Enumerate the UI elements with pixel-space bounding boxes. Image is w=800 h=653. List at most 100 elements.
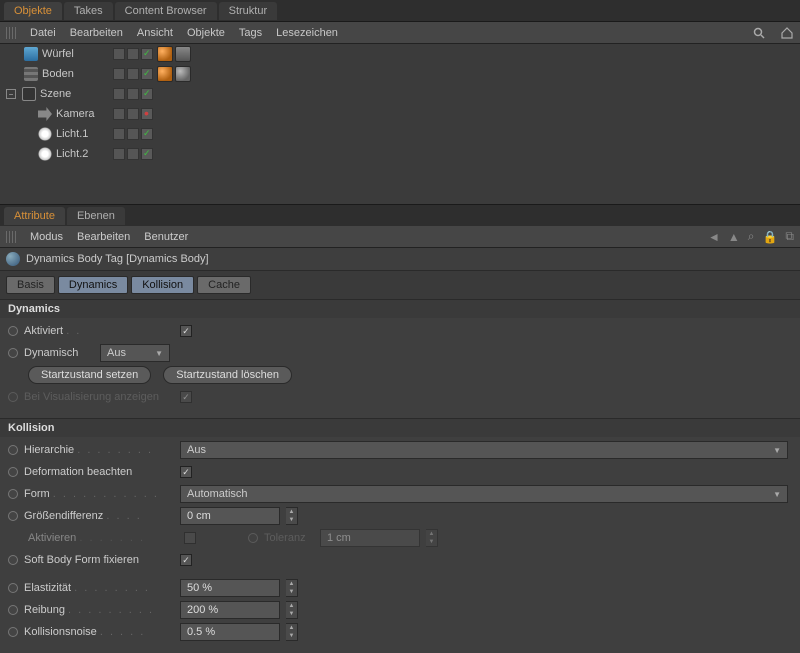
tab-content-browser[interactable]: Content Browser: [115, 2, 217, 20]
menu-lesezeichen[interactable]: Lesezeichen: [276, 27, 338, 39]
dropdown-hierarchie[interactable]: Aus▼: [180, 441, 788, 459]
param-knob[interactable]: [8, 445, 18, 455]
render-flag[interactable]: [127, 68, 139, 80]
lock-icon[interactable]: 🔒: [762, 230, 777, 244]
light-icon: [38, 127, 52, 141]
param-knob[interactable]: [8, 467, 18, 477]
label-elastizitaet: Elastizität: [24, 582, 71, 594]
menu-tags[interactable]: Tags: [239, 27, 262, 39]
layer-flag[interactable]: [113, 108, 125, 120]
tab-struktur[interactable]: Struktur: [219, 2, 278, 20]
tab-attribute[interactable]: Attribute: [4, 207, 65, 225]
param-knob[interactable]: [8, 605, 18, 615]
layer-flag[interactable]: [113, 148, 125, 160]
tab-takes[interactable]: Takes: [64, 2, 113, 20]
obj-label[interactable]: Würfel: [42, 48, 74, 60]
param-knob[interactable]: [8, 348, 18, 358]
obj-label[interactable]: Kamera: [56, 108, 95, 120]
menu-ansicht[interactable]: Ansicht: [137, 27, 173, 39]
subtab-basis[interactable]: Basis: [6, 276, 55, 294]
checkbox-softbody[interactable]: [180, 554, 192, 566]
param-knob[interactable]: [8, 326, 18, 336]
attribute-panel-tabs: Attribute Ebenen: [0, 204, 800, 226]
input-elastizitaet[interactable]: 50 %: [180, 579, 280, 597]
spinner[interactable]: ▲▼: [286, 601, 298, 619]
home-icon[interactable]: [780, 26, 794, 40]
menu-benutzer[interactable]: Benutzer: [144, 231, 188, 243]
label-groessendifferenz: Größendifferenz: [24, 510, 103, 522]
row-szene[interactable]: − Szene: [0, 84, 800, 104]
search-icon[interactable]: ⌕: [748, 229, 755, 244]
param-knob[interactable]: [8, 489, 18, 499]
param-knob[interactable]: [8, 392, 18, 402]
subtab-kollision[interactable]: Kollision: [131, 276, 194, 294]
null-icon: [22, 87, 36, 101]
param-knob[interactable]: [8, 511, 18, 521]
obj-label[interactable]: Boden: [42, 68, 74, 80]
obj-label[interactable]: Szene: [40, 88, 71, 100]
input-toleranz: 1 cm: [320, 529, 420, 547]
checkbox-visualisierung: [180, 391, 192, 403]
menu-datei[interactable]: Datei: [30, 27, 56, 39]
checkbox-aktiviert[interactable]: [180, 325, 192, 337]
dynamics-tag-icon[interactable]: [157, 46, 173, 62]
subtab-dynamics[interactable]: Dynamics: [58, 276, 128, 294]
object-manager-tree: Würfel Boden − Szene Kamera Licht.1 Licht…: [0, 44, 800, 204]
render-flag[interactable]: [127, 88, 139, 100]
material-tag-icon[interactable]: [175, 66, 191, 82]
checkbox-deformation[interactable]: [180, 466, 192, 478]
dropdown-dynamisch[interactable]: Aus▼: [100, 344, 170, 362]
menu-bearbeiten[interactable]: Bearbeiten: [77, 231, 130, 243]
input-groessendifferenz[interactable]: 0 cm: [180, 507, 280, 525]
render-flag[interactable]: [127, 128, 139, 140]
enable-flag[interactable]: [141, 108, 153, 120]
render-flag[interactable]: [127, 48, 139, 60]
compositing-tag-icon[interactable]: [175, 46, 191, 62]
enable-flag[interactable]: [141, 128, 153, 140]
search-icon[interactable]: [752, 26, 766, 40]
enable-flag[interactable]: [141, 88, 153, 100]
enable-flag[interactable]: [141, 148, 153, 160]
row-wuerfel[interactable]: Würfel: [0, 44, 800, 64]
input-reibung[interactable]: 200 %: [180, 601, 280, 619]
menu-modus[interactable]: Modus: [30, 231, 63, 243]
spinner[interactable]: ▲▼: [286, 507, 298, 525]
nav-up-icon[interactable]: ▲: [728, 230, 740, 244]
input-kollisionsnoise[interactable]: 0.5 %: [180, 623, 280, 641]
layer-flag[interactable]: [113, 68, 125, 80]
menu-bearbeiten[interactable]: Bearbeiten: [70, 27, 123, 39]
layer-flag[interactable]: [113, 48, 125, 60]
tab-objekte[interactable]: Objekte: [4, 2, 62, 20]
dynamics-tag-icon[interactable]: [157, 66, 173, 82]
param-knob[interactable]: [8, 555, 18, 565]
spinner: ▲▼: [426, 529, 438, 547]
subtab-cache[interactable]: Cache: [197, 276, 251, 294]
new-window-icon[interactable]: ⧉: [785, 229, 794, 244]
button-startzustand-loeschen[interactable]: Startzustand löschen: [163, 366, 292, 384]
dropdown-form[interactable]: Automatisch▼: [180, 485, 788, 503]
spinner[interactable]: ▲▼: [286, 579, 298, 597]
obj-label[interactable]: Licht.1: [56, 128, 88, 140]
layer-flag[interactable]: [113, 128, 125, 140]
row-licht1[interactable]: Licht.1: [0, 124, 800, 144]
row-boden[interactable]: Boden: [0, 64, 800, 84]
render-flag[interactable]: [127, 148, 139, 160]
checkbox-aktivieren: [184, 532, 196, 544]
param-knob[interactable]: [8, 583, 18, 593]
render-flag[interactable]: [127, 108, 139, 120]
enable-flag[interactable]: [141, 48, 153, 60]
obj-label[interactable]: Licht.2: [56, 148, 88, 160]
spinner[interactable]: ▲▼: [286, 623, 298, 641]
enable-flag[interactable]: [141, 68, 153, 80]
tab-ebenen[interactable]: Ebenen: [67, 207, 125, 225]
button-startzustand-setzen[interactable]: Startzustand setzen: [28, 366, 151, 384]
layer-flag[interactable]: [113, 88, 125, 100]
row-kamera[interactable]: Kamera: [0, 104, 800, 124]
menu-objekte[interactable]: Objekte: [187, 27, 225, 39]
expand-toggle[interactable]: −: [6, 89, 16, 99]
light-icon: [38, 147, 52, 161]
param-knob[interactable]: [8, 627, 18, 637]
row-licht2[interactable]: Licht.2: [0, 144, 800, 164]
label-visualisierung: Bei Visualisierung anzeigen: [24, 391, 174, 403]
nav-back-icon[interactable]: ◄: [708, 230, 720, 244]
